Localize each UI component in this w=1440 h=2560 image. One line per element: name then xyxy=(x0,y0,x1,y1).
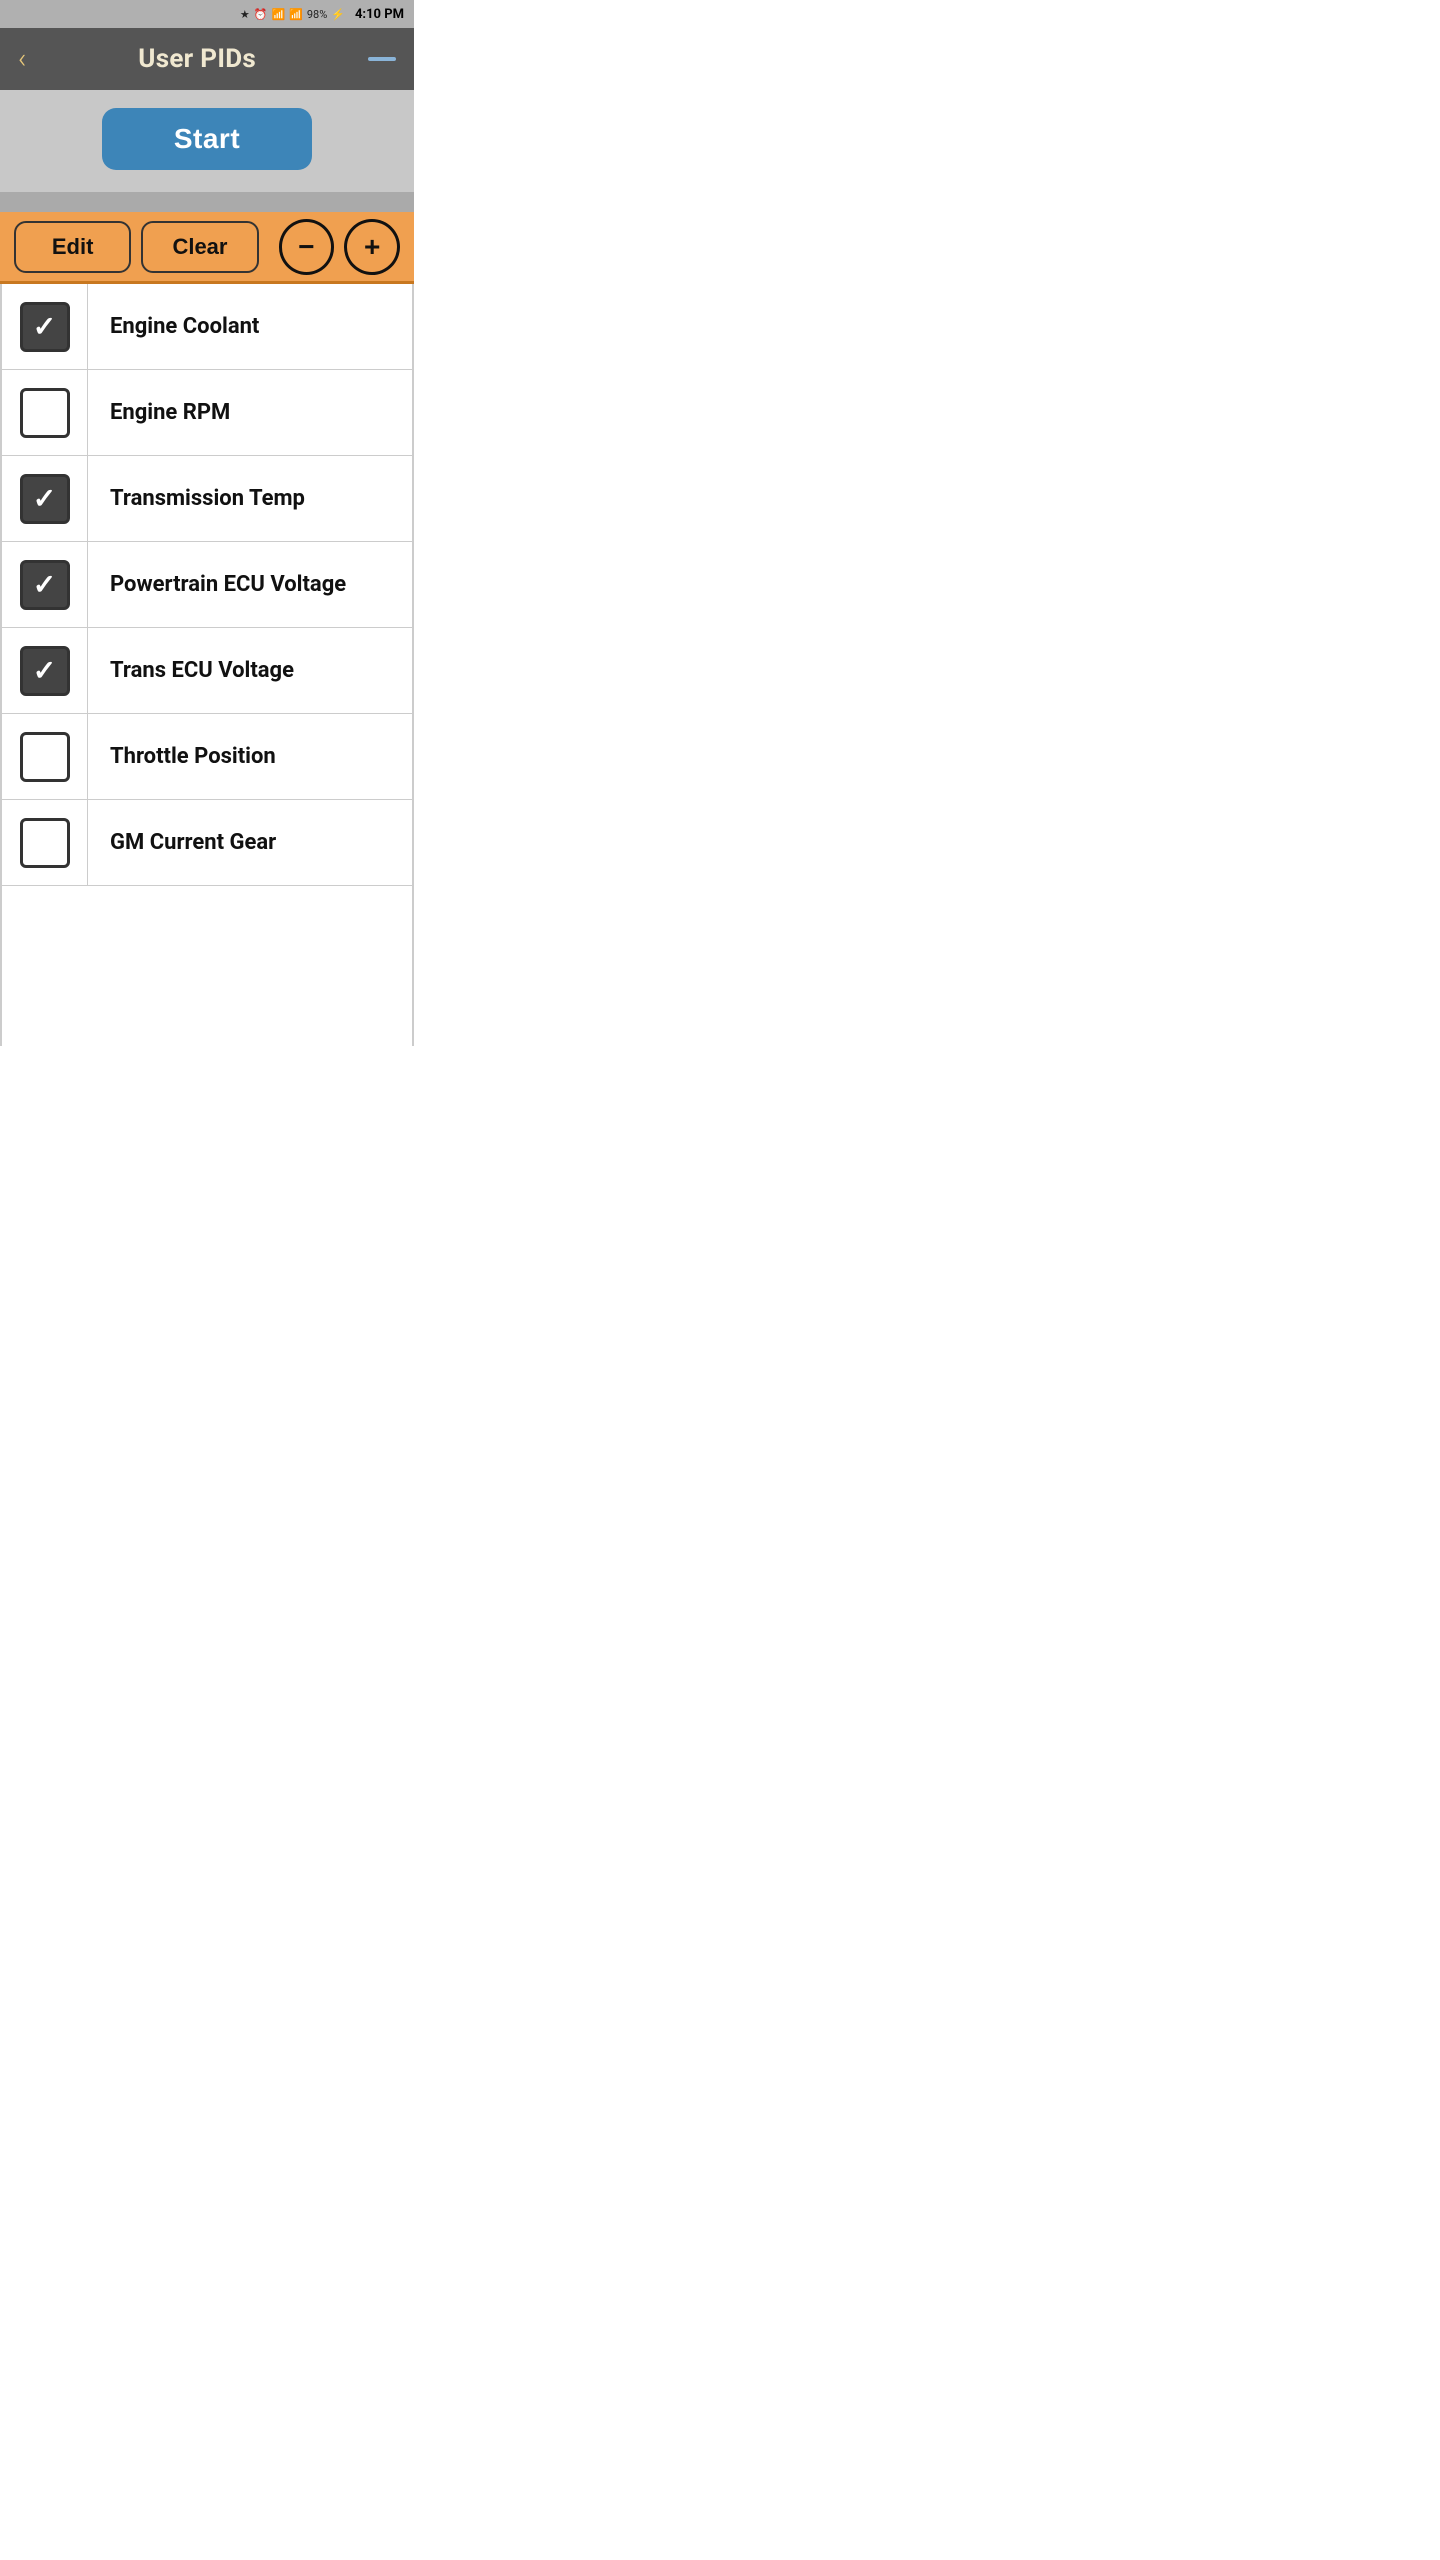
checkmark-icon: ✓ xyxy=(33,657,56,685)
checkmark-icon: ✓ xyxy=(33,485,56,513)
pid-label-4: Powertrain ECU Voltage xyxy=(88,572,412,597)
status-time: 4:10 PM xyxy=(355,7,404,22)
toolbar: Edit Clear − + xyxy=(0,212,414,284)
wifi-icon: 📶 xyxy=(271,8,285,21)
decrement-button[interactable]: − xyxy=(279,219,335,275)
pid-label-6: Throttle Position xyxy=(88,744,412,769)
pid-row: ✓ Engine Coolant xyxy=(2,284,412,370)
pid-row: ✓ Transmission Temp xyxy=(2,456,412,542)
pid-checkbox-2[interactable] xyxy=(20,388,70,438)
pid-checkbox-7[interactable] xyxy=(20,818,70,868)
pid-row: ✓ Trans ECU Voltage xyxy=(2,628,412,714)
pid-label-3: Transmission Temp xyxy=(88,486,412,511)
start-area: Start xyxy=(0,90,414,192)
pid-row: Throttle Position xyxy=(2,714,412,800)
start-button[interactable]: Start xyxy=(102,108,312,170)
clear-button[interactable]: Clear xyxy=(141,221,258,273)
pid-checkbox-area xyxy=(2,370,88,455)
status-icons: ★ ⏰ 📶 📶 98% ⚡ xyxy=(240,8,345,21)
list-footer xyxy=(0,886,414,1046)
pid-checkbox-5[interactable]: ✓ xyxy=(20,646,70,696)
pid-checkbox-3[interactable]: ✓ xyxy=(20,474,70,524)
pid-row: GM Current Gear xyxy=(2,800,412,886)
nav-bar: ‹ User PIDs xyxy=(0,28,414,90)
bluetooth-icon: ★ xyxy=(240,8,250,21)
checkmark-icon: ✓ xyxy=(33,313,56,341)
pid-label-2: Engine RPM xyxy=(88,400,412,425)
signal-icon: 📶 xyxy=(289,8,303,21)
pid-label-1: Engine Coolant xyxy=(88,314,412,339)
pid-checkbox-4[interactable]: ✓ xyxy=(20,560,70,610)
back-button[interactable]: ‹ xyxy=(18,45,26,73)
pid-row: ✓ Powertrain ECU Voltage xyxy=(2,542,412,628)
pid-checkbox-area: ✓ xyxy=(2,456,88,541)
pid-checkbox-area: ✓ xyxy=(2,542,88,627)
pid-checkbox-area: ✓ xyxy=(2,284,88,369)
pid-checkbox-area: ✓ xyxy=(2,628,88,713)
pid-checkbox-1[interactable]: ✓ xyxy=(20,302,70,352)
increment-button[interactable]: + xyxy=(344,219,400,275)
pid-list: ✓ Engine Coolant Engine RPM ✓ Transmission T… xyxy=(0,284,414,886)
pid-row: Engine RPM xyxy=(2,370,412,456)
pid-checkbox-area xyxy=(2,800,88,885)
charging-icon: ⚡ xyxy=(331,8,345,21)
pid-label-7: GM Current Gear xyxy=(88,830,412,855)
battery-level: 98% xyxy=(307,8,327,21)
page-title: User PIDs xyxy=(138,44,256,74)
minimize-button[interactable] xyxy=(368,57,396,61)
pid-label-5: Trans ECU Voltage xyxy=(88,658,412,683)
divider-bar xyxy=(0,192,414,212)
pid-checkbox-area xyxy=(2,714,88,799)
pid-checkbox-6[interactable] xyxy=(20,732,70,782)
checkmark-icon: ✓ xyxy=(33,571,56,599)
status-bar: ★ ⏰ 📶 📶 98% ⚡ 4:10 PM xyxy=(0,0,414,28)
edit-button[interactable]: Edit xyxy=(14,221,131,273)
alarm-icon: ⏰ xyxy=(254,8,268,21)
